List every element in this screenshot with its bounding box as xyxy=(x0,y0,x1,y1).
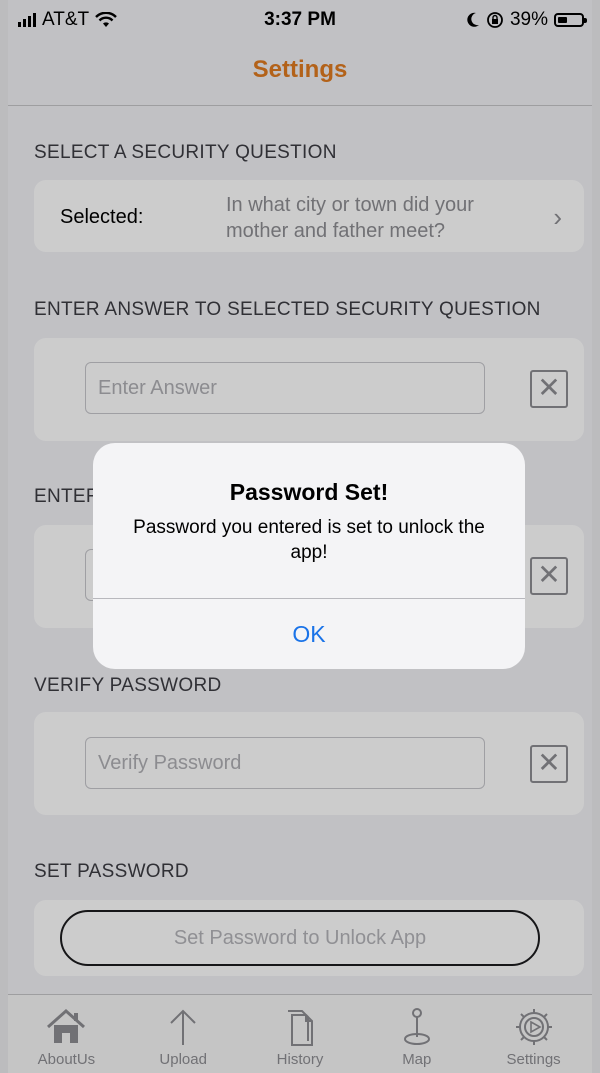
alert-message: Password you entered is set to unlock th… xyxy=(133,517,485,563)
alert-title: Password Set! xyxy=(229,479,389,505)
alert-ok-button[interactable]: OK xyxy=(93,599,525,669)
password-set-alert: Password Set! Password you entered is se… xyxy=(93,443,525,669)
